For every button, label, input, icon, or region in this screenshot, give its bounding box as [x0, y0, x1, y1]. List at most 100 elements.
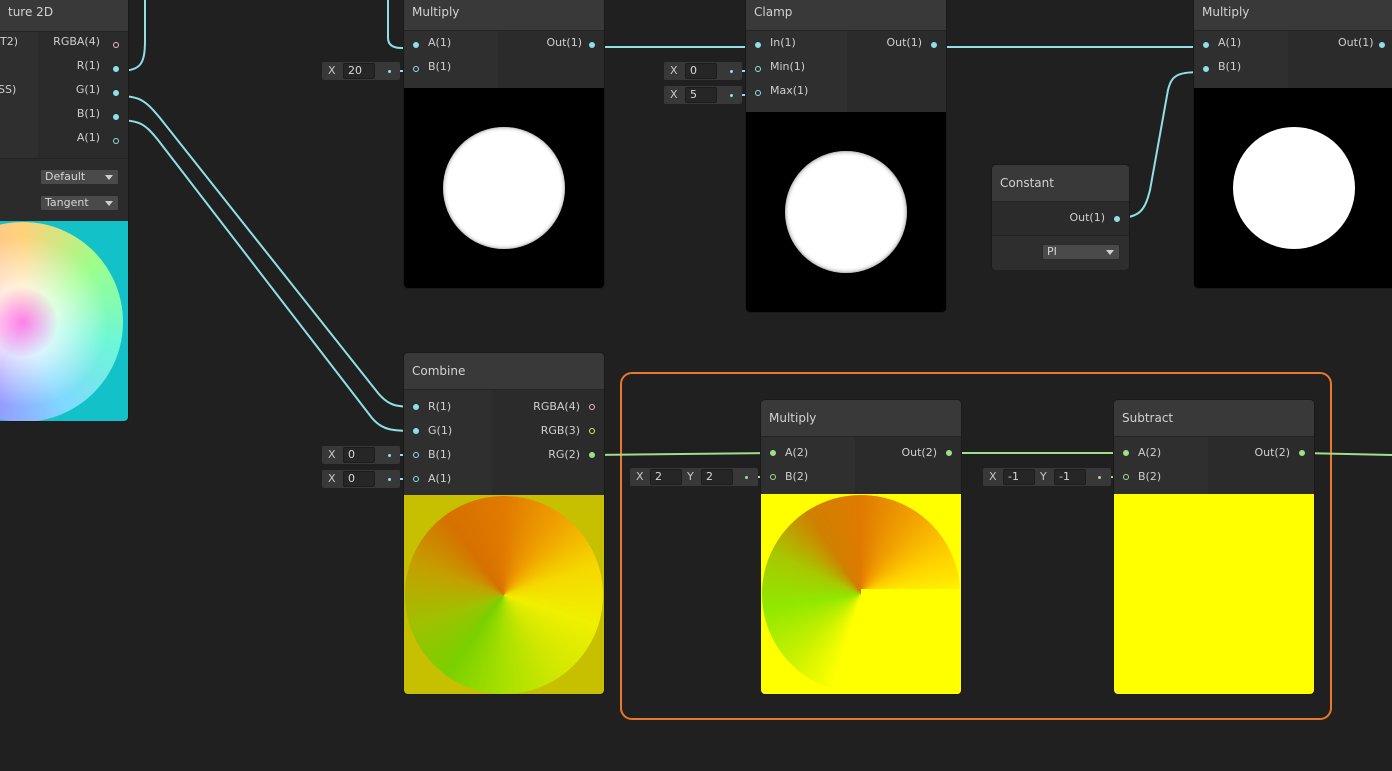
- port-dot[interactable]: [589, 452, 595, 458]
- port-out-rgb[interactable]: RGB(3): [541, 419, 580, 443]
- port-out[interactable]: Out(2): [901, 441, 937, 465]
- port-in-a[interactable]: A(2): [1138, 441, 1161, 465]
- port-in-a[interactable]: A(1): [428, 467, 451, 491]
- port-dot[interactable]: [946, 450, 952, 456]
- port-dot[interactable]: [770, 474, 776, 480]
- port-in-b[interactable]: B(1): [428, 443, 451, 467]
- port-in-g[interactable]: G(1): [428, 419, 452, 443]
- port-in-a[interactable]: A(1): [1218, 31, 1241, 55]
- port-dot[interactable]: [113, 90, 119, 96]
- connector-dot: [730, 94, 733, 97]
- value-input[interactable]: 0: [343, 471, 375, 487]
- connector-dot: [730, 70, 733, 73]
- port-in-b[interactable]: B(1): [428, 55, 451, 79]
- port-in-a[interactable]: A(2): [785, 441, 808, 465]
- port-in-b[interactable]: B(2): [785, 465, 808, 489]
- multiply2-b-field[interactable]: X 2 Y 2: [630, 468, 758, 486]
- port-dot[interactable]: [755, 66, 761, 72]
- port-out[interactable]: Out(1): [886, 31, 922, 55]
- clamp-node[interactable]: Clamp In(1) Min(1) Max(1) Out(1): [746, 0, 946, 312]
- port-dot[interactable]: [413, 404, 419, 410]
- port-out-rgba[interactable]: RGBA(4): [53, 30, 100, 54]
- clamp-max-field[interactable]: X 5: [664, 86, 742, 104]
- port-in-r[interactable]: R(1): [428, 395, 451, 419]
- subtract-b-field[interactable]: X -1 Y -1: [983, 468, 1111, 486]
- port-out-rgba[interactable]: RGBA(4): [533, 395, 580, 419]
- connector-dot: [745, 476, 748, 479]
- node-title[interactable]: ture 2D: [0, 0, 128, 32]
- value-input-x[interactable]: 2: [650, 469, 682, 485]
- combine-node[interactable]: Combine R(1) G(1) B(1) A(1) RGBA(4) RGB(…: [404, 353, 604, 694]
- port-in-a[interactable]: A(1): [428, 31, 451, 55]
- multiply-node-2[interactable]: Multiply A(2) B(2) Out(2): [761, 400, 961, 694]
- constant-dropdown[interactable]: PI: [1042, 244, 1120, 260]
- port-dot[interactable]: [931, 42, 937, 48]
- node-title[interactable]: Constant: [992, 165, 1129, 202]
- port-dot[interactable]: [755, 42, 761, 48]
- port-out-b[interactable]: B(1): [77, 102, 100, 126]
- port-dot[interactable]: [113, 138, 119, 144]
- port-out-g[interactable]: G(1): [76, 78, 100, 102]
- port-in-in[interactable]: In(1): [770, 31, 796, 55]
- port-dot[interactable]: [1299, 450, 1305, 456]
- value-input[interactable]: 5: [685, 87, 717, 103]
- port-dot[interactable]: [1203, 66, 1209, 72]
- port-sampler[interactable]: SS): [0, 78, 16, 102]
- port-out-r[interactable]: R(1): [77, 54, 100, 78]
- clamp-min-field[interactable]: X 0: [664, 62, 742, 80]
- port-out-rg[interactable]: RG(2): [548, 443, 580, 467]
- port-out[interactable]: Out(1): [1069, 206, 1105, 230]
- value-input[interactable]: 20: [343, 63, 375, 79]
- port-dot[interactable]: [413, 476, 419, 482]
- value-input[interactable]: 0: [343, 447, 375, 463]
- space-dropdown[interactable]: Tangent: [40, 195, 119, 211]
- port-in-min[interactable]: Min(1): [770, 55, 805, 79]
- node-title[interactable]: Multiply: [404, 0, 604, 31]
- port-out[interactable]: Out(2): [1254, 441, 1290, 465]
- port-dot[interactable]: [113, 42, 119, 48]
- port-out[interactable]: Out(1): [546, 31, 582, 55]
- port-texture[interactable]: T2): [0, 30, 18, 54]
- node-title[interactable]: Combine: [404, 353, 604, 390]
- combine-a-field[interactable]: X 0: [322, 470, 400, 488]
- port-dot[interactable]: [1203, 42, 1209, 48]
- value-input-y[interactable]: -1: [1054, 469, 1086, 485]
- port-in-b[interactable]: B(1): [1218, 55, 1241, 79]
- value-input-y[interactable]: 2: [701, 469, 733, 485]
- subtract-node[interactable]: Subtract A(2) B(2) Out(2): [1114, 400, 1314, 694]
- port-out[interactable]: Out(1): [1338, 31, 1374, 55]
- port-out-a[interactable]: A(1): [77, 126, 100, 150]
- port-dot[interactable]: [1379, 42, 1385, 48]
- value-input[interactable]: 0: [685, 63, 717, 79]
- node-title[interactable]: Clamp: [746, 0, 946, 31]
- type-dropdown[interactable]: Default: [40, 169, 119, 185]
- port-dot[interactable]: [413, 452, 419, 458]
- wire-constant-to-multiply3-b: [1116, 71, 1207, 219]
- port-dot[interactable]: [413, 66, 419, 72]
- port-dot[interactable]: [770, 450, 776, 456]
- port-dot[interactable]: [113, 114, 119, 120]
- combine-b-field[interactable]: X 0: [322, 446, 400, 464]
- port-dot[interactable]: [113, 66, 119, 72]
- node-title[interactable]: Multiply: [761, 400, 961, 437]
- port-dot[interactable]: [589, 404, 595, 410]
- value-input-x[interactable]: -1: [1003, 469, 1035, 485]
- node-title[interactable]: Subtract: [1114, 400, 1314, 437]
- port-dot[interactable]: [1123, 474, 1129, 480]
- port-dot[interactable]: [755, 90, 761, 96]
- connector-dot: [388, 454, 391, 457]
- port-dot[interactable]: [1123, 450, 1129, 456]
- port-dot[interactable]: [413, 428, 419, 434]
- port-in-b[interactable]: B(2): [1138, 465, 1161, 489]
- node-title[interactable]: Multiply: [1194, 0, 1392, 31]
- port-dot[interactable]: [589, 42, 595, 48]
- multiply-node-3[interactable]: Multiply A(1) B(1) Out(1): [1194, 0, 1392, 288]
- multiply1-b-field[interactable]: X 20: [322, 62, 400, 80]
- port-dot[interactable]: [413, 42, 419, 48]
- port-in-max[interactable]: Max(1): [770, 79, 808, 103]
- sample-texture-2d-node[interactable]: ture 2D T2) SS) RGBA(4) R(1) G(1) B(1) A…: [0, 0, 128, 421]
- port-dot[interactable]: [1114, 216, 1120, 222]
- port-dot[interactable]: [589, 428, 595, 434]
- constant-node[interactable]: Constant Out(1) PI: [992, 165, 1129, 270]
- multiply-node-1[interactable]: Multiply A(1) B(1) Out(1): [404, 0, 604, 288]
